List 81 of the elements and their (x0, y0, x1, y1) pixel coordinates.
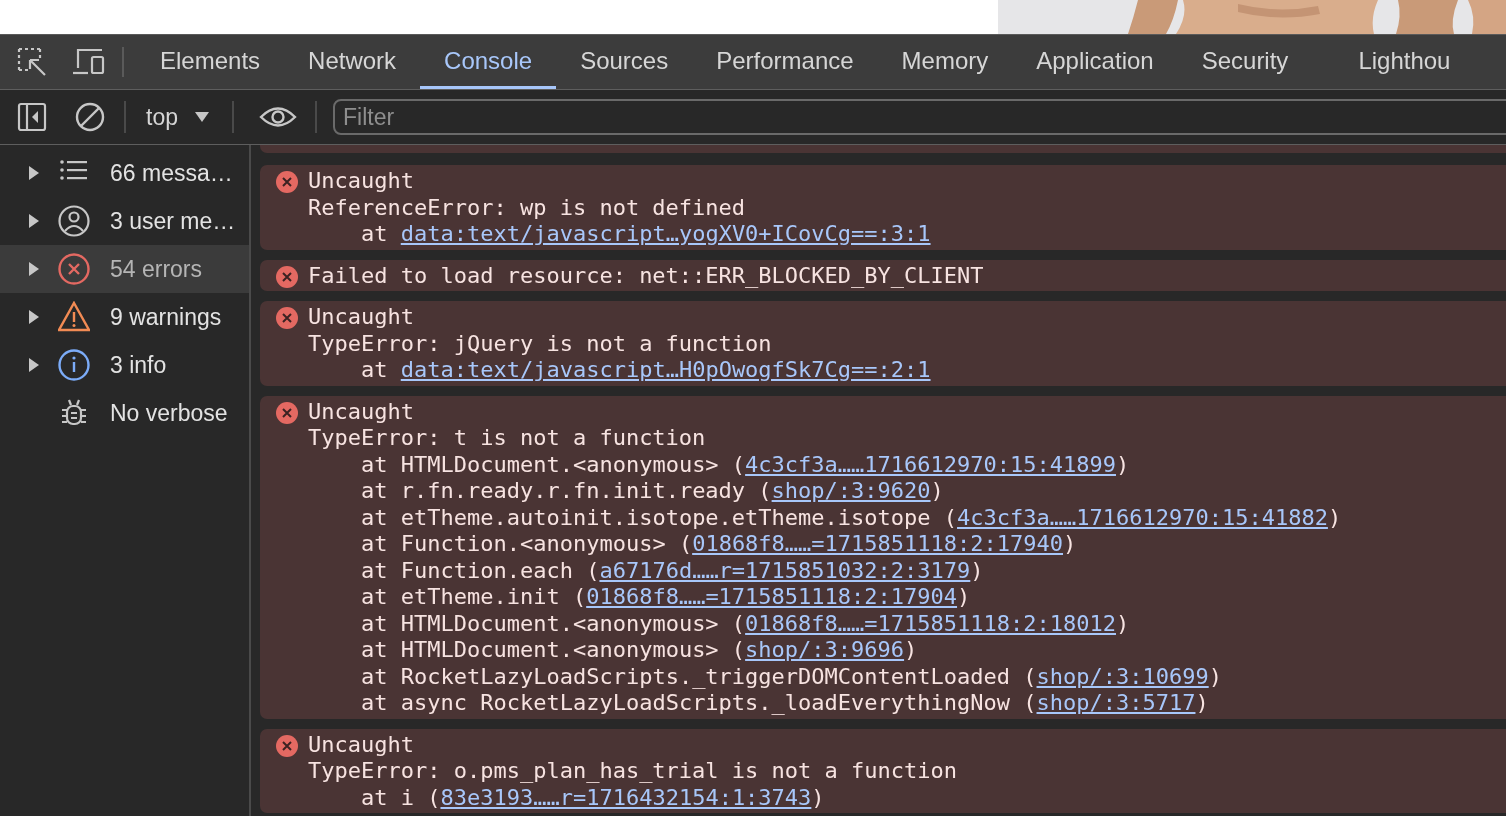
source-link[interactable]: data:text/javascript…H0pOwogfSk7Cg==:2:1 (400, 357, 931, 382)
expand-arrow-icon[interactable] (28, 357, 40, 373)
stack-frame-text: ) (957, 584, 971, 609)
source-link[interactable]: data:text/javascript…yogXV0+ICovCg==:3:1 (400, 221, 931, 246)
panel-tab[interactable]: Network (284, 35, 421, 89)
info-icon (58, 349, 90, 381)
panel-tab[interactable]: Lighthou (1334, 35, 1475, 89)
user-icon (58, 205, 90, 237)
expand-arrow-icon[interactable] (28, 309, 40, 325)
source-link[interactable]: 4c3cf3a……1716612970:15:41899 (745, 451, 1116, 477)
error-icon (276, 734, 298, 757)
message-text: TypeError: o.pms_plan_has_trial is not a function (308, 758, 957, 785)
error-icon (276, 171, 298, 193)
expand-arrow-icon[interactable] (28, 165, 40, 181)
context-dropdown[interactable]: top (134, 103, 224, 131)
panel-tab[interactable]: Memory (877, 35, 1013, 89)
panel-tab[interactable]: Application (1012, 35, 1178, 89)
sidebar-item[interactable]: 54 errors (0, 245, 249, 293)
stack-frame-text: at i ( (361, 784, 441, 810)
warning-icon (58, 301, 90, 333)
stack-frame-text: at Function.<anonymous> ( (361, 531, 693, 556)
clear-console-icon[interactable] (74, 101, 106, 133)
stack-frame-text: ) (904, 637, 918, 662)
panel-tab[interactable]: Elements (136, 35, 285, 89)
error-icon (276, 401, 298, 424)
message-text: Failed to load resource: net::ERR_BLOCKED_BY_CLIENT (308, 262, 984, 289)
source-link[interactable]: shop/:3:5717 (1036, 690, 1196, 715)
filter-field[interactable]: Filter (333, 99, 1506, 135)
message-text: Uncaught (308, 398, 415, 425)
stack-frame-text: at etTheme.autoinit.isotope.etTheme.isotope ( (361, 504, 958, 530)
source-link[interactable]: shop/:3:9620 (771, 478, 931, 503)
stack-frame-text: at HTMLDocument.<anonymous> ( (361, 451, 746, 477)
stack-frame-text: ) (1063, 531, 1077, 556)
expand-arrow-icon[interactable] (28, 213, 40, 229)
message-text: ReferenceError: wp is not defined (308, 194, 747, 221)
error-icon (276, 265, 298, 288)
stack-frame-text: at async RocketLazyLoadScripts._loadEverythingNow ( (361, 690, 1037, 715)
stack-frame-text: at r.fn.ready.r.fn.init.ready ( (361, 478, 772, 503)
sidebar-item[interactable]: 3 user me… (0, 197, 249, 245)
stack-frame-text: ) (970, 557, 984, 583)
sidebar-item[interactable]: No verbose (0, 389, 249, 437)
eye-icon[interactable] (259, 104, 297, 130)
message-text: Uncaught (308, 304, 415, 331)
source-link[interactable]: 01868f8……=1715851118:2:17904 (586, 584, 958, 609)
stack-frame-text: at (361, 357, 389, 382)
source-link[interactable]: 01868f8……=1715851118:2:18012 (745, 610, 1116, 636)
panel-tab[interactable]: Sources (556, 35, 693, 89)
source-link[interactable]: shop/:3:9696 (745, 637, 905, 662)
message-text: Uncaught (308, 168, 415, 195)
error-icon (58, 253, 90, 285)
stack-frame-text: at etTheme.init ( (361, 584, 587, 609)
stack-frame-text: ) (1195, 690, 1209, 715)
sidebar-item[interactable]: 3 info (0, 341, 249, 389)
source-link[interactable]: shop/:3:10699 (1036, 663, 1209, 689)
stack-frame-text: at Function.each ( (361, 557, 600, 583)
stack-frame-text: ) (930, 478, 944, 503)
inspect-icon[interactable] (16, 46, 48, 78)
sidebar-item[interactable]: 66 messa… (0, 149, 249, 197)
message-text: TypeError: t is not a function (308, 425, 707, 452)
stack-frame-text: ) (1116, 451, 1130, 477)
source-link[interactable]: a67176d……r=1715851032:2:3179 (599, 557, 971, 583)
source-link[interactable]: 4c3cf3a……1716612970:15:41882 (957, 504, 1328, 530)
panel-tab[interactable]: Performance (692, 35, 878, 89)
stack-frame-text: ) (1327, 504, 1342, 530)
caret-icon (194, 111, 210, 123)
stack-frame-text: at HTMLDocument.<anonymous> ( (361, 610, 746, 636)
message-text: TypeError: jQuery is not a function (308, 330, 773, 357)
error-icon (276, 307, 298, 329)
stack-frame-text: at HTMLDocument.<anonymous> ( (361, 637, 746, 662)
source-link[interactable]: 83e3193……r=1716432154:1:3743 (440, 784, 812, 810)
sidebar-toggle-icon[interactable] (17, 102, 47, 132)
expand-arrow-icon[interactable] (28, 261, 40, 277)
message-text: Uncaught (308, 731, 415, 758)
stack-frame-text: ) (1116, 610, 1130, 636)
sidebar-item[interactable]: 9 warnings (0, 293, 249, 341)
stack-frame-text: ) (811, 784, 825, 810)
stack-frame-text: at RocketLazyLoadScripts._triggerDOMContentLoaded ( (361, 663, 1037, 689)
source-link[interactable]: 01868f8……=1715851118:2:17940 (692, 531, 1063, 556)
stack-frame-text: at (361, 221, 389, 246)
panel-tab[interactable]: Security (1177, 35, 1335, 89)
stack-frame-text: ) (1208, 663, 1222, 689)
